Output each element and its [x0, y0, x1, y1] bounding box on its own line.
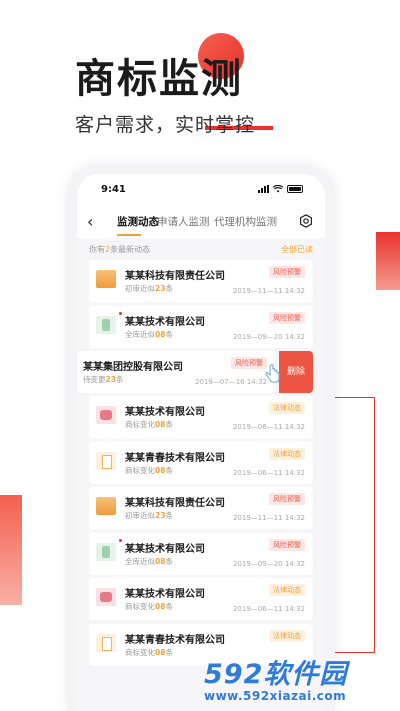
- item-detail: 商标变化08条: [125, 420, 173, 429]
- item-date: 2019—06—11 14:32: [232, 469, 305, 477]
- list-item[interactable]: 某某青春技术有限公司 商标变化08条 法律动态 2019—06—11 14:32: [89, 442, 313, 484]
- gear-icon[interactable]: [299, 214, 313, 228]
- status-badge: 法律动态: [269, 630, 305, 642]
- company-logo: [96, 316, 116, 334]
- delete-button[interactable]: 删除: [279, 351, 313, 393]
- decorative-line: [330, 397, 375, 398]
- mark-all-read-button[interactable]: 全部已读: [281, 244, 313, 255]
- watermark-number: 592: [204, 659, 264, 690]
- list-item[interactable]: 某某科技有限责任公司 初审近似23条 风险预警 2019—11—11 14:32: [89, 487, 313, 529]
- item-detail: 商标变化08条: [125, 602, 173, 611]
- company-name: 某某技术有限公司: [125, 589, 205, 600]
- company-logo: [96, 543, 116, 561]
- item-date: 2019—09—20 14:32: [232, 333, 305, 341]
- company-name: 某某技术有限公司: [125, 317, 205, 328]
- list-item[interactable]: 某某技术有限公司 全库近似08条 风险预警 2019—09—20 14:32: [89, 533, 313, 575]
- list-item[interactable]: 某某科技有限责任公司 初审近似23条 风险预警 2019—11—11 14:32: [89, 260, 313, 302]
- list-item[interactable]: 某某技术有限公司 商标变化08条 法律动态 2019—06—11 14:32: [89, 578, 313, 620]
- tab-monitoring-updates[interactable]: 监测动态: [117, 214, 159, 229]
- nav-bar: ‹ 监测动态 申请人监测 代理机构监测: [77, 206, 325, 238]
- company-logo: [96, 406, 116, 424]
- list-item[interactable]: 某某集团控股有限公司 待变更23条 风险预警 2019—07—16 14:32: [77, 351, 275, 393]
- item-detail: 全库近似08条: [125, 330, 173, 339]
- item-date: 2019—11—11 14:32: [232, 514, 305, 522]
- company-logo: [96, 634, 116, 652]
- status-badge: 风险预警: [231, 357, 267, 369]
- decorative-bar-left: [0, 495, 22, 605]
- status-badge: 法律动态: [269, 448, 305, 460]
- active-tab-indicator: [117, 234, 141, 236]
- item-detail: 待变更23条: [83, 375, 124, 384]
- item-date: 2019—11—11 14:32: [232, 287, 305, 295]
- company-name: 某某科技有限责任公司: [125, 498, 225, 509]
- watermark-text: 软件园: [263, 659, 348, 690]
- tab-applicant-monitoring[interactable]: 申请人监测: [157, 214, 210, 229]
- battery-icon: [287, 185, 303, 193]
- list-item[interactable]: 某某技术有限公司 商标变化08条 法律动态 2019—06—11 14:32: [89, 396, 313, 438]
- decorative-line: [374, 397, 375, 652]
- item-detail: 商标变化08条: [125, 466, 173, 475]
- status-badge: 风险预警: [269, 312, 305, 324]
- item-detail: 初审近似23条: [125, 511, 173, 520]
- site-watermark: 592软件园 www.592xiazai.com: [200, 652, 400, 711]
- status-badge: 风险预警: [269, 493, 305, 505]
- company-logo: [96, 452, 116, 470]
- item-detail: 商标变化08条: [125, 648, 173, 657]
- signal-icon: [258, 185, 269, 193]
- status-badge: 风险预警: [269, 539, 305, 551]
- company-name: 某某青春技术有限公司: [125, 453, 225, 464]
- status-badge: 法律动态: [269, 402, 305, 414]
- item-date: 2019—07—16 14:32: [194, 378, 267, 386]
- status-badge: 风险预警: [269, 266, 305, 278]
- company-name: 某某青春技术有限公司: [125, 635, 225, 646]
- phone-screen: 9:41 ‹ 监测动态 申请人监测 代理机构监测 你有2条最新动态 全部已读 某…: [77, 174, 325, 711]
- company-name: 某某集团控股有限公司: [83, 362, 183, 373]
- item-date: 2019—06—11 14:32: [232, 605, 305, 613]
- notice-bar: 你有2条最新动态 全部已读: [77, 238, 325, 260]
- promo-title: 商标监测: [75, 56, 243, 102]
- unread-dot: [119, 312, 122, 315]
- unread-dot: [119, 539, 122, 542]
- item-date: 2019—06—11 14:32: [232, 423, 305, 431]
- hand-pointer-icon: [265, 364, 280, 383]
- status-badge: 法律动态: [269, 584, 305, 596]
- company-name: 某某科技有限责任公司: [125, 271, 225, 282]
- chevron-left-icon[interactable]: ‹: [87, 213, 103, 231]
- company-logo: [96, 497, 116, 515]
- tab-agency-monitoring[interactable]: 代理机构监测: [214, 214, 277, 229]
- status-time: 9:41: [101, 184, 126, 195]
- company-name: 某某技术有限公司: [125, 407, 205, 418]
- item-detail: 初审近似23条: [125, 284, 173, 293]
- item-date: 2019—09—20 14:32: [232, 560, 305, 568]
- promo-subtitle: 客户需求，实时掌控: [75, 114, 256, 136]
- item-detail: 全库近似08条: [125, 557, 173, 566]
- status-bar: 9:41: [77, 174, 325, 206]
- wifi-icon: [273, 185, 283, 193]
- list-item[interactable]: 某某技术有限公司 全库近似08条 风险预警 2019—09—20 14:32: [89, 306, 313, 348]
- company-logo: [96, 270, 116, 288]
- company-logo: [96, 588, 116, 606]
- watermark-url: www.592xiazai.com: [204, 689, 347, 703]
- decorative-bar-right: [376, 232, 400, 290]
- company-name: 某某技术有限公司: [125, 544, 205, 555]
- new-updates-notice: 你有2条最新动态: [89, 245, 151, 254]
